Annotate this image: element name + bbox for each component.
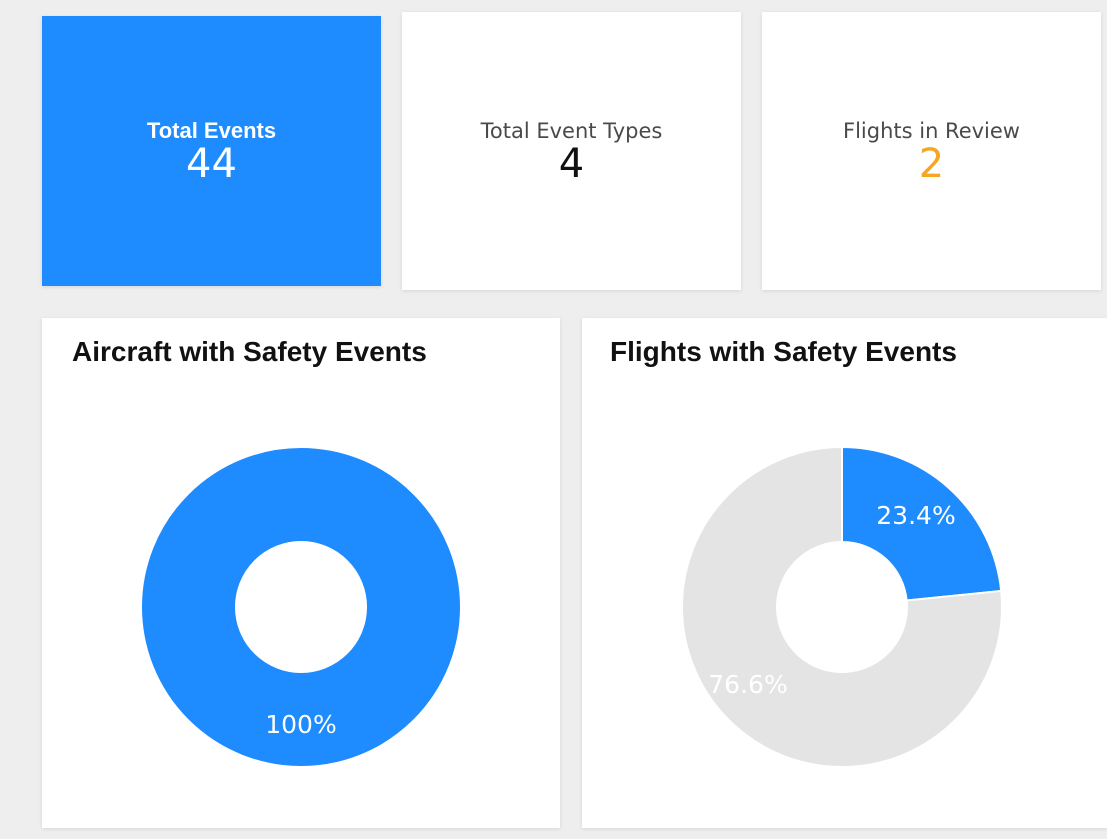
- total-event-types-card[interactable]: Total Event Types 4: [402, 12, 741, 290]
- flights-slice-label-2: 76.6%: [708, 670, 787, 699]
- aircraft-slice-label-1: 100%: [265, 710, 336, 739]
- total-events-value: 44: [186, 141, 237, 187]
- flights-donut-chart: 23.4% 76.6%: [681, 445, 1003, 768]
- total-event-types-value: 4: [558, 141, 585, 187]
- aircraft-donut-chart: 100%: [140, 445, 462, 769]
- flights-safety-events-card: Flights with Safety Events 23.4% 76.6%: [582, 318, 1107, 828]
- flights-in-review-card[interactable]: Flights in Review 2: [762, 12, 1101, 290]
- flights-in-review-value: 2: [918, 141, 945, 187]
- flights-slice-label-1: 23.4%: [876, 501, 955, 530]
- aircraft-safety-events-card: Aircraft with Safety Events 100%: [42, 318, 560, 828]
- total-events-card[interactable]: Total Events 44: [42, 16, 381, 286]
